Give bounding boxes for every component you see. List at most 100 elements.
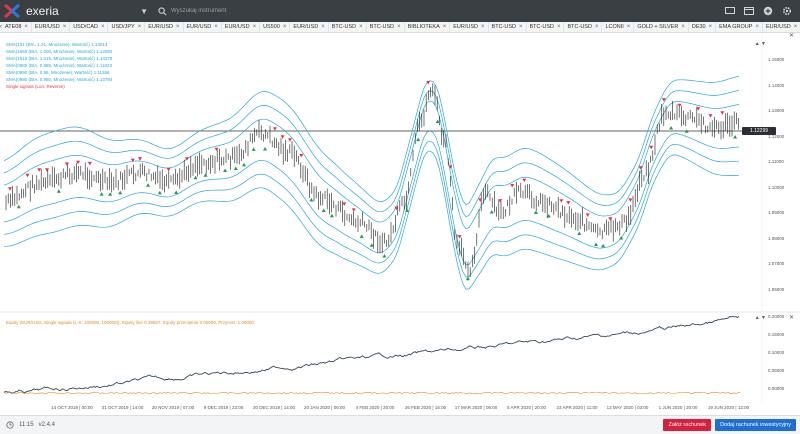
- instrument-tab[interactable]: BTC-USD ×: [489, 22, 527, 32]
- instrument-tab[interactable]: BTC-USD ×: [564, 22, 603, 32]
- close-tab-icon[interactable]: ×: [794, 24, 798, 30]
- x-tick-label: 31 OCT 2019 | 14:00: [101, 405, 144, 410]
- buy-signal: [157, 190, 162, 195]
- y-tick-label: 1.07000: [768, 261, 785, 266]
- close-tab-icon[interactable]: ×: [755, 24, 759, 30]
- close-tab-icon[interactable]: ×: [138, 24, 142, 30]
- y-tick-label: 1.13000: [768, 108, 785, 113]
- close-tab-icon[interactable]: ×: [253, 24, 257, 30]
- equity-zero-line: [3, 391, 741, 395]
- pane-collapse-icon[interactable]: ▲ ▼: [755, 41, 766, 47]
- sell-signal: [457, 235, 462, 239]
- instrument-tab[interactable]: EUR/USD ×: [145, 22, 184, 32]
- buy-signal: [619, 236, 624, 240]
- search-input[interactable]: [171, 8, 291, 14]
- instrument-tab[interactable]: US500 ×: [260, 22, 291, 32]
- add-circle-icon[interactable]: [761, 4, 775, 18]
- instrument-tab[interactable]: DE30 ×: [689, 22, 717, 32]
- chart-area[interactable]: SMA(121 (BIA, 1.21, Mnożenie), Wartość) …: [0, 33, 800, 415]
- x-tick-label: 26 FEB 2020 | 15:00: [404, 405, 447, 410]
- buy-signal: [577, 231, 582, 235]
- y-tick-label: 0.00000: [768, 386, 785, 391]
- buy-signal: [533, 210, 538, 214]
- close-tab-icon[interactable]: ×: [595, 24, 599, 30]
- tab-label: ATE08: [5, 24, 22, 30]
- buy-signal: [99, 192, 104, 196]
- display-icon[interactable]: [723, 4, 737, 18]
- x-tick-label: 30 DEC 2019 | 14:00: [253, 405, 295, 410]
- instrument-tab[interactable]: LCONII ×: [602, 22, 635, 32]
- instrument-tab[interactable]: EUR/USD ×: [32, 22, 71, 32]
- sell-signal: [708, 114, 713, 118]
- instrument-tab[interactable]: EUR/USD ×: [763, 22, 800, 32]
- instrument-tab[interactable]: GOLD + SILVER ×: [634, 22, 689, 32]
- instrument-tab[interactable]: BTC-USD ×: [527, 22, 565, 32]
- sell-signal: [720, 111, 725, 115]
- close-tab-icon[interactable]: ×: [359, 24, 363, 30]
- close-tab-icon[interactable]: ×: [321, 24, 325, 30]
- tab-label: EUR/USD: [148, 24, 173, 30]
- add-investment-account-button[interactable]: Dodaj rachunek inwestycyjny: [715, 419, 796, 431]
- instrument-tab[interactable]: USD/JPY ×: [108, 22, 146, 32]
- close-tab-icon[interactable]: ×: [519, 24, 523, 30]
- legend-entry: Single signals (Lon. Reverse): [6, 84, 65, 89]
- close-tab-icon[interactable]: ×: [481, 24, 485, 30]
- close-tab-icon[interactable]: ×: [24, 24, 28, 30]
- y-tick-label: 1.12000: [768, 133, 785, 139]
- close-tab-icon[interactable]: ×: [283, 24, 287, 30]
- instrument-tab[interactable]: BTC-USD ×: [367, 22, 405, 32]
- app-window: exeria ▼ ‹ ATE08×EUR/USD×: [0, 0, 800, 434]
- tab-label: EUR/USD: [34, 24, 60, 30]
- instrument-tab[interactable]: EMA GROUP ×: [716, 22, 763, 32]
- buy-signal: [16, 204, 21, 209]
- buy-signal: [223, 168, 228, 172]
- open-account-button[interactable]: Załóż rachunek: [663, 419, 712, 431]
- pane-collapse-icon[interactable]: ▲ ▼: [755, 315, 766, 321]
- price-chart-svg: [0, 33, 800, 403]
- sma-band-line: [3, 89, 740, 218]
- instrument-tab[interactable]: USD/CAD ×: [70, 22, 109, 32]
- window-icon[interactable]: [742, 4, 756, 18]
- close-icon[interactable]: ✕: [789, 314, 794, 321]
- tab-label: LCONII: [605, 24, 624, 30]
- buy-signal: [174, 190, 179, 194]
- tab-label: EUR/USD: [293, 24, 319, 30]
- close-tab-icon[interactable]: ×: [63, 24, 67, 30]
- instrument-tab[interactable]: ATE08 ×: [2, 22, 32, 32]
- close-tab-icon[interactable]: ×: [709, 24, 713, 30]
- sell-signal: [478, 198, 483, 202]
- close-tab-icon[interactable]: ×: [627, 24, 631, 30]
- tab-label: BTC-USD: [331, 24, 357, 30]
- legend-entry: SMA(0990 (BIA, 0.99, Mnożenie), Wartość)…: [6, 70, 110, 75]
- close-tab-icon[interactable]: ×: [176, 24, 180, 30]
- instrument-tab[interactable]: EUR/USD ×: [184, 22, 222, 32]
- instrument-tab[interactable]: EUR/USD ×: [290, 22, 329, 32]
- tab-label: BTC-USD: [567, 24, 592, 30]
- instrument-tab[interactable]: BIBLIOTEKA ×: [405, 22, 451, 32]
- tab-label: EUR/USD: [186, 24, 212, 30]
- tab-label: DE30: [691, 24, 706, 30]
- close-tab-icon[interactable]: ×: [681, 24, 685, 30]
- buy-signal: [146, 183, 151, 187]
- search-box[interactable]: [158, 3, 298, 19]
- sell-signal: [559, 199, 564, 203]
- close-tab-icon[interactable]: ×: [101, 24, 105, 30]
- instrument-tab[interactable]: EUR/USD ×: [222, 22, 261, 32]
- sell-signal: [272, 127, 277, 131]
- tab-label: EUR/USD: [453, 24, 479, 30]
- legend-entry: SMA(121 (BIA, 1.21, Mnożenie), Wartość) …: [6, 42, 108, 47]
- close-tab-icon[interactable]: ×: [557, 24, 561, 30]
- instrument-tab[interactable]: BTC-USD ×: [329, 22, 367, 32]
- sell-signal: [45, 168, 49, 172]
- close-tab-icon[interactable]: ×: [443, 24, 447, 30]
- app-logo[interactable]: exeria ▼: [4, 4, 152, 18]
- x-tick-label: 19 JUN 2020 | 12:00: [707, 405, 750, 410]
- tab-label: BTC-USD: [491, 24, 516, 30]
- sell-signal: [522, 178, 527, 183]
- instrument-tab[interactable]: EUR/USD ×: [450, 22, 489, 32]
- close-tab-icon[interactable]: ×: [397, 24, 401, 30]
- close-icon[interactable]: ✕: [789, 32, 794, 39]
- chevron-down-icon[interactable]: ▼: [140, 7, 148, 16]
- close-tab-icon[interactable]: ×: [214, 24, 218, 30]
- settings-gear-icon[interactable]: [780, 4, 794, 18]
